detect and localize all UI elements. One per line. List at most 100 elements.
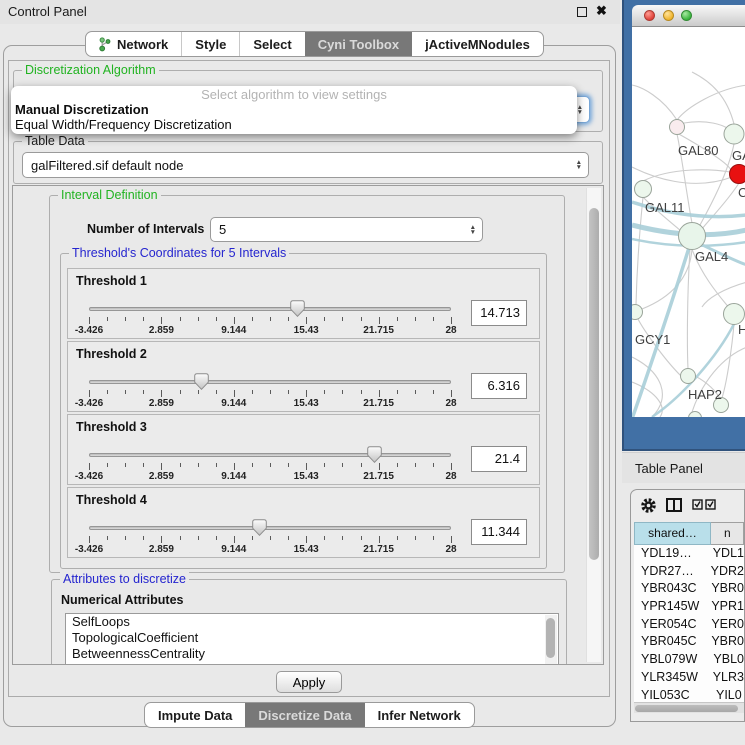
- settings-scrollbar[interactable]: [586, 188, 601, 662]
- cell-shared-name[interactable]: YBR045C: [634, 633, 706, 651]
- tab-discretize-data[interactable]: Discretize Data: [245, 703, 364, 727]
- table-row[interactable]: YPR145WYPR1: [634, 598, 744, 616]
- network-canvas[interactable]: GAL80 GA C GAL11 GAL4 GCY1 H HAP2: [632, 27, 745, 417]
- zoom-traffic-light-icon[interactable]: [681, 10, 692, 21]
- gear-icon[interactable]: [640, 497, 657, 514]
- minimize-traffic-light-icon[interactable]: [663, 10, 674, 21]
- attributes-scrollbar[interactable]: [545, 615, 557, 665]
- threshold-value-field[interactable]: 11.344: [471, 519, 527, 545]
- tab-jactivemnodules[interactable]: jActiveMNodules: [412, 32, 543, 56]
- threshold-slider[interactable]: -3.4262.8599.14415.4321.71528: [89, 370, 451, 412]
- table-panel-toolbar: [631, 490, 744, 520]
- table-row[interactable]: YDR27…YDR2: [634, 563, 744, 581]
- cell-shared-name[interactable]: YER054C: [634, 616, 706, 634]
- cell-name[interactable]: YBR0: [706, 633, 744, 651]
- column-header-name[interactable]: n: [711, 522, 744, 545]
- table-data-combo[interactable]: galFiltered.sif default node ▲▼: [22, 152, 589, 178]
- float-window-icon[interactable]: [577, 7, 587, 17]
- combo-stepper-icon: ▲▼: [470, 218, 476, 241]
- threshold-value-field[interactable]: 14.713: [471, 300, 527, 326]
- table-data-value: galFiltered.sif default node: [31, 158, 183, 173]
- cell-name[interactable]: YBR0: [706, 580, 744, 598]
- dropdown-option-manual[interactable]: Manual Discretization: [11, 102, 577, 117]
- slider-tick-label: 9.144: [221, 325, 246, 336]
- tab-infer-network[interactable]: Infer Network: [365, 703, 474, 727]
- cell-name[interactable]: YDL1: [708, 545, 744, 563]
- tab-select[interactable]: Select: [239, 32, 304, 56]
- cell-shared-name[interactable]: YBL079W: [634, 651, 708, 669]
- cell-shared-name[interactable]: YDR27…: [634, 563, 706, 581]
- cell-shared-name[interactable]: YLR345W: [634, 669, 708, 687]
- control-panel-titlebar: Control Panel ✖: [0, 0, 620, 24]
- columns-icon[interactable]: [666, 498, 682, 512]
- slider-thumb-icon[interactable]: [290, 300, 305, 322]
- network-graph: GAL80 GA C GAL11 GAL4 GCY1 H HAP2: [632, 27, 745, 417]
- tab-style[interactable]: Style: [181, 32, 239, 56]
- application-window: Control Panel ✖ Network Style Select Cyn…: [0, 0, 745, 745]
- select-columns-checkboxes-icon[interactable]: [692, 498, 718, 510]
- table-row[interactable]: YBR043CYBR0: [634, 580, 744, 598]
- threshold-slider[interactable]: -3.4262.8599.14415.4321.71528: [89, 516, 451, 558]
- cell-name[interactable]: YDR2: [706, 563, 744, 581]
- node-green-top: [724, 124, 744, 144]
- cell-shared-name[interactable]: YDL19…: [634, 545, 708, 563]
- table-row[interactable]: YLR345WYLR3: [634, 669, 744, 687]
- slider-thumb-icon[interactable]: [194, 373, 209, 395]
- slider-track[interactable]: [89, 453, 451, 457]
- table-row[interactable]: YDL19…YDL1: [634, 545, 744, 563]
- table-row[interactable]: YBR045CYBR0: [634, 633, 744, 651]
- scrollbar-thumb[interactable]: [589, 208, 599, 560]
- threshold-label: Threshold 3: [76, 420, 147, 434]
- table-data-title: Table Data: [22, 134, 88, 148]
- slider-thumb-icon[interactable]: [252, 519, 267, 541]
- cell-shared-name[interactable]: YPR145W: [634, 598, 706, 616]
- slider-tick-label: 15.43: [294, 544, 319, 555]
- dropdown-option-equal-width[interactable]: Equal Width/Frequency Discretization: [11, 117, 577, 132]
- slider-tick-label: 2.859: [149, 471, 174, 482]
- tab-impute-data[interactable]: Impute Data: [145, 703, 245, 727]
- numerical-attributes-list[interactable]: SelfLoopsTopologicalCoefficientBetweenne…: [65, 613, 559, 665]
- threshold-2-box: Threshold 2 -3.4262.8599.14415.4321.71528…: [67, 341, 540, 412]
- slider-tick-label: -3.426: [75, 398, 103, 409]
- number-of-intervals-combo[interactable]: 5 ▲▼: [210, 217, 483, 242]
- attribute-list-item[interactable]: SelfLoops: [66, 614, 558, 630]
- top-tab-bar: Network Style Select Cyni Toolbox jActiv…: [85, 31, 544, 57]
- node-attribute-table: shared… n YDL19…YDL1YDR27…YDR2YBR043CYBR…: [634, 522, 744, 701]
- slider-tick-label: 21.715: [363, 544, 394, 555]
- scrollbar-thumb[interactable]: [635, 705, 738, 712]
- close-icon[interactable]: ✖: [596, 3, 607, 19]
- cell-name[interactable]: YLR3: [708, 669, 744, 687]
- node-partial-left: [632, 305, 643, 320]
- threshold-list: Threshold 1-3.4262.8599.14415.4321.71528…: [61, 268, 546, 558]
- threshold-slider[interactable]: -3.4262.8599.14415.4321.71528: [89, 443, 451, 485]
- table-panel-title: Table Panel: [635, 461, 703, 476]
- attributes-group-title: Attributes to discretize: [60, 572, 189, 586]
- close-traffic-light-icon[interactable]: [644, 10, 655, 21]
- tab-cyni-toolbox[interactable]: Cyni Toolbox: [305, 32, 412, 56]
- slider-track[interactable]: [89, 307, 451, 311]
- threshold-value-field[interactable]: 6.316: [471, 373, 527, 399]
- apply-button[interactable]: Apply: [276, 671, 342, 693]
- node-partial-bottom2: [689, 412, 702, 418]
- cell-name[interactable]: YPR1: [706, 598, 744, 616]
- threshold-value-field[interactable]: 21.4: [471, 446, 527, 472]
- slider-track[interactable]: [89, 526, 451, 530]
- table-horizontal-scrollbar[interactable]: [634, 702, 744, 713]
- attribute-list-item[interactable]: BetweennessCentrality: [66, 646, 558, 662]
- column-header-shared-name[interactable]: shared…: [634, 522, 711, 545]
- table-row[interactable]: YER054CYER0: [634, 616, 744, 634]
- cell-name[interactable]: YBL0: [708, 651, 744, 669]
- cell-shared-name[interactable]: YBR043C: [634, 580, 706, 598]
- attribute-list-item[interactable]: TopologicalCoefficient: [66, 630, 558, 646]
- slider-tick-label: 2.859: [149, 544, 174, 555]
- dropdown-placeholder-item[interactable]: Select algorithm to view settings: [11, 87, 577, 102]
- slider-thumb-icon[interactable]: [367, 446, 382, 468]
- slider-tick-label: 15.43: [294, 398, 319, 409]
- cell-name[interactable]: YER0: [706, 616, 744, 634]
- slider-track[interactable]: [89, 380, 451, 384]
- numerical-attributes-label: Numerical Attributes: [61, 593, 183, 607]
- threshold-label: Threshold 2: [76, 347, 147, 361]
- table-row[interactable]: YBL079WYBL0: [634, 651, 744, 669]
- tab-network[interactable]: Network: [86, 32, 181, 56]
- threshold-slider[interactable]: -3.4262.8599.14415.4321.71528: [89, 297, 451, 339]
